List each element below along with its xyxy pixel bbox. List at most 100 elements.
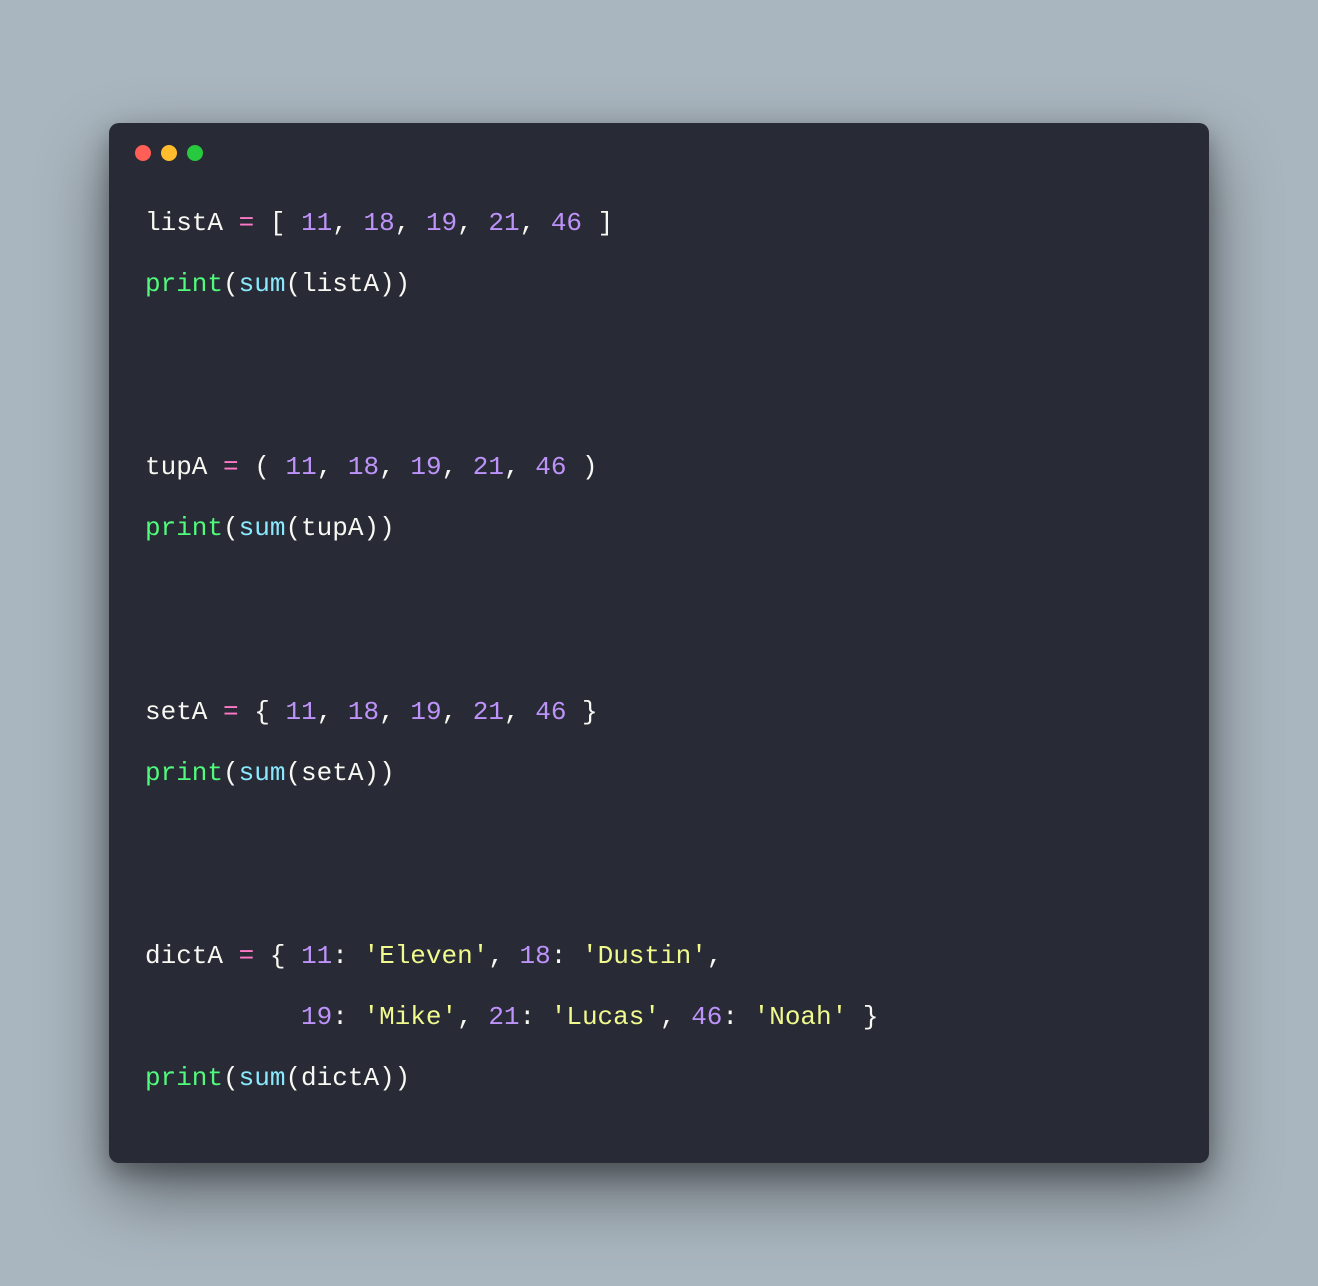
paren-close: ) (379, 269, 395, 299)
comma: , (707, 941, 723, 971)
builtin-sum: sum (239, 1063, 286, 1093)
bracket-close: ] (598, 208, 614, 238)
operator: = (223, 697, 239, 727)
paren-open: ( (285, 1063, 301, 1093)
dict-key: 11 (301, 941, 332, 971)
paren-close: ) (379, 758, 395, 788)
colon: : (722, 1002, 738, 1032)
code-line-print-dictA: print(sum(dictA)) (145, 1063, 410, 1093)
paren-open: ( (223, 513, 239, 543)
indent (145, 1002, 301, 1032)
paren-open: ( (223, 1063, 239, 1093)
operator: = (239, 941, 255, 971)
comma: , (332, 208, 348, 238)
brace-close: } (582, 697, 598, 727)
string: 'Mike' (363, 1002, 457, 1032)
identifier: listA (301, 269, 379, 299)
brace-open: { (270, 941, 286, 971)
comma: , (379, 697, 395, 727)
operator: = (239, 208, 255, 238)
number: 11 (285, 452, 316, 482)
comma: , (442, 452, 458, 482)
paren-close: ) (379, 513, 395, 543)
comma: , (457, 1002, 473, 1032)
code-line-setA: setA = { 11, 18, 19, 21, 46 } (145, 697, 598, 727)
dict-key: 18 (520, 941, 551, 971)
builtin-sum: sum (239, 269, 286, 299)
number: 19 (426, 208, 457, 238)
paren-open: ( (223, 269, 239, 299)
comma: , (317, 452, 333, 482)
string: 'Dustin' (582, 941, 707, 971)
code-line-listA: listA = [ 11, 18, 19, 21, 46 ] (145, 208, 613, 238)
paren-open: ( (285, 758, 301, 788)
comma: , (442, 697, 458, 727)
builtin-print: print (145, 758, 223, 788)
paren-close: ) (582, 452, 598, 482)
number: 18 (348, 697, 379, 727)
comma: , (395, 208, 411, 238)
paren-open: ( (223, 758, 239, 788)
paren-close: ) (395, 269, 411, 299)
code-line-print-setA: print(sum(setA)) (145, 758, 395, 788)
identifier: listA (145, 208, 223, 238)
number: 19 (410, 697, 441, 727)
comma: , (660, 1002, 676, 1032)
string: 'Lucas' (551, 1002, 660, 1032)
colon: : (551, 941, 567, 971)
paren-close: ) (363, 758, 379, 788)
number: 21 (473, 697, 504, 727)
number: 21 (473, 452, 504, 482)
identifier: tupA (301, 513, 363, 543)
identifier: setA (145, 697, 207, 727)
zoom-icon[interactable] (187, 145, 203, 161)
paren-open: ( (285, 513, 301, 543)
number: 18 (364, 208, 395, 238)
builtin-print: print (145, 1063, 223, 1093)
comma: , (488, 941, 504, 971)
brace-close: } (863, 1002, 879, 1032)
minimize-icon[interactable] (161, 145, 177, 161)
dict-key: 46 (691, 1002, 722, 1032)
builtin-print: print (145, 269, 223, 299)
builtin-print: print (145, 513, 223, 543)
string: 'Noah' (754, 1002, 848, 1032)
comma: , (504, 452, 520, 482)
number: 19 (410, 452, 441, 482)
comma: , (317, 697, 333, 727)
window-titlebar (109, 123, 1209, 169)
close-icon[interactable] (135, 145, 151, 161)
colon: : (332, 1002, 348, 1032)
comma: , (457, 208, 473, 238)
paren-open: ( (285, 269, 301, 299)
number: 46 (535, 452, 566, 482)
string: 'Eleven' (364, 941, 489, 971)
dict-key: 19 (301, 1002, 332, 1032)
colon: : (332, 941, 348, 971)
number: 18 (348, 452, 379, 482)
builtin-sum: sum (239, 758, 286, 788)
identifier: dictA (301, 1063, 379, 1093)
colon: : (520, 1002, 536, 1032)
code-window: listA = [ 11, 18, 19, 21, 46 ] print(sum… (109, 123, 1209, 1163)
code-line-tupA: tupA = ( 11, 18, 19, 21, 46 ) (145, 452, 598, 482)
number: 21 (488, 208, 519, 238)
code-line-dictA-1: dictA = { 11: 'Eleven', 18: 'Dustin', (145, 941, 722, 971)
code-line-dictA-2: 19: 'Mike', 21: 'Lucas', 46: 'Noah' } (145, 1002, 878, 1032)
identifier: setA (301, 758, 363, 788)
code-line-print-tupA: print(sum(tupA)) (145, 513, 395, 543)
number: 46 (535, 697, 566, 727)
dict-key: 21 (488, 1002, 519, 1032)
operator: = (223, 452, 239, 482)
paren-close: ) (363, 513, 379, 543)
code-block: listA = [ 11, 18, 19, 21, 46 ] print(sum… (109, 169, 1209, 1133)
bracket-open: [ (270, 208, 286, 238)
brace-open: { (254, 697, 270, 727)
paren-close: ) (379, 1063, 395, 1093)
number: 11 (301, 208, 332, 238)
paren-close: ) (395, 1063, 411, 1093)
paren-open: ( (254, 452, 270, 482)
identifier: dictA (145, 941, 223, 971)
number: 11 (285, 697, 316, 727)
comma: , (520, 208, 536, 238)
